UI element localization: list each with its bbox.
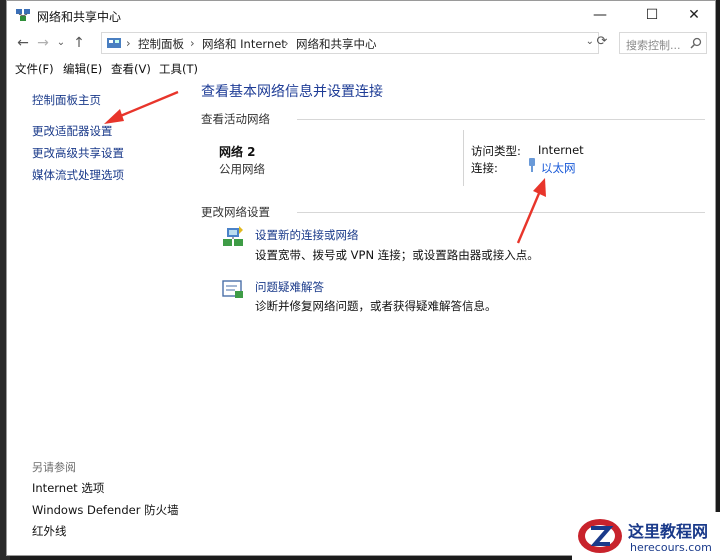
arrow-to-adapter-settings <box>104 90 179 124</box>
arrow-to-ethernet-link <box>516 178 546 244</box>
watermark-title: 这里教程网 <box>628 522 709 541</box>
watermark-url: herecours.com <box>630 541 712 554</box>
watermark-logo-icon <box>578 519 622 553</box>
annotation-arrows <box>104 90 546 244</box>
watermark: 这里教程网 herecours.com <box>572 512 720 560</box>
